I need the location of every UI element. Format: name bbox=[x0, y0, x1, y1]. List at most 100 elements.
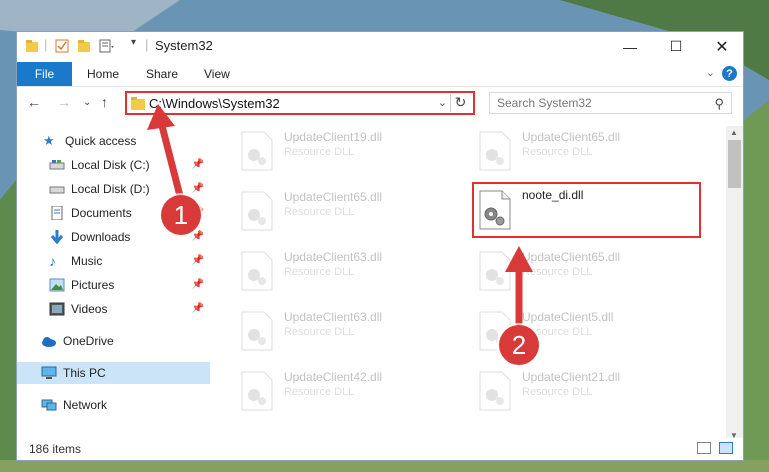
computer-icon bbox=[41, 366, 57, 379]
expand-ribbon-icon[interactable]: ⌄ bbox=[706, 66, 715, 79]
dll-file-icon bbox=[241, 131, 273, 171]
tab-view[interactable]: View bbox=[204, 67, 230, 81]
file-item[interactable]: UpdateClient42.dll Resource DLL bbox=[234, 366, 464, 418]
refresh-icon[interactable]: ↻ bbox=[450, 94, 470, 112]
cloud-icon bbox=[42, 337, 56, 347]
callout-step-2: 2 bbox=[499, 325, 539, 365]
separator: | bbox=[145, 37, 149, 52]
title-bar: | ▾ | System32 — ☐ ✕ bbox=[17, 32, 743, 61]
search-icon[interactable]: ⚲ bbox=[714, 96, 724, 112]
pin-icon[interactable]: 📌 bbox=[192, 159, 204, 170]
sidebar-item-label: Quick access bbox=[65, 134, 137, 148]
file-list: UpdateClient19.dll Resource DLL UpdateCl… bbox=[214, 126, 728, 442]
scroll-up-icon[interactable]: ▲ bbox=[730, 128, 738, 137]
sidebar-item-label: Videos bbox=[71, 302, 108, 316]
dll-file-icon bbox=[479, 371, 511, 411]
pin-icon[interactable]: 📌 bbox=[192, 303, 204, 314]
sidebar-item-music[interactable]: ♪ Music 📌 bbox=[17, 250, 210, 272]
file-type: Resource DLL bbox=[284, 386, 355, 398]
sidebar-item-label: This PC bbox=[63, 366, 106, 380]
callout-step-1: 1 bbox=[161, 195, 201, 235]
ribbon-tabs: File Home Share View ⌄ ? bbox=[17, 61, 743, 87]
dll-file-icon bbox=[479, 190, 511, 230]
pin-icon[interactable]: 📌 bbox=[192, 183, 204, 194]
status-bar: 186 items bbox=[17, 438, 743, 460]
file-type: Resource DLL bbox=[284, 206, 355, 218]
file-item-noote-di[interactable]: noote_di.dll bbox=[472, 182, 701, 238]
sidebar-item-label: Pictures bbox=[71, 278, 115, 292]
pin-icon[interactable]: 📌 bbox=[192, 255, 204, 266]
file-name: noote_di.dll bbox=[522, 188, 584, 202]
folder-icon bbox=[131, 97, 145, 110]
network-icon bbox=[41, 399, 57, 411]
file-name: UpdateClient65.dll bbox=[522, 250, 621, 264]
sidebar-item-label: Documents bbox=[71, 206, 132, 220]
dll-file-icon bbox=[241, 191, 273, 231]
properties-icon[interactable] bbox=[55, 39, 69, 53]
minimize-button[interactable]: — bbox=[607, 32, 653, 61]
new-folder-icon[interactable] bbox=[77, 39, 91, 53]
file-item[interactable]: UpdateClient65.dll Resource DLL bbox=[472, 126, 702, 178]
close-button[interactable]: ✕ bbox=[699, 32, 743, 61]
pin-icon[interactable]: 📌 bbox=[192, 231, 204, 242]
sidebar-item-quick-access[interactable]: ★ Quick access bbox=[17, 130, 210, 152]
file-name: UpdateClient42.dll bbox=[284, 370, 383, 384]
tab-file[interactable]: File bbox=[17, 62, 72, 86]
maximize-button[interactable]: ☐ bbox=[653, 32, 699, 61]
sidebar-item-label: Network bbox=[63, 398, 108, 412]
file-item[interactable]: UpdateClient21.dll Resource DLL bbox=[472, 366, 702, 418]
search-placeholder: Search System32 bbox=[497, 96, 592, 110]
pictures-icon bbox=[49, 278, 65, 292]
window-title: System32 bbox=[155, 38, 213, 53]
sidebar-item-local-disk-c[interactable]: Local Disk (C:) 📌 bbox=[17, 154, 210, 176]
sidebar-item-label: OneDrive bbox=[63, 334, 114, 348]
address-bar[interactable]: C:\Windows\System32 ⌄ ↻ bbox=[125, 91, 475, 115]
address-toolbar: ← → ⌄ ↑ C:\Windows\System32 ⌄ ↻ Search S… bbox=[17, 88, 743, 118]
search-input[interactable]: Search System32 ⚲ bbox=[489, 92, 732, 114]
file-type: Resource DLL bbox=[522, 266, 593, 278]
documents-icon bbox=[51, 206, 63, 220]
forward-arrow-icon[interactable]: → bbox=[57, 94, 71, 110]
pin-icon[interactable]: 📌 bbox=[192, 279, 204, 290]
sidebar-item-label: Downloads bbox=[71, 230, 131, 244]
tab-home[interactable]: Home bbox=[87, 67, 119, 81]
scrollbar-thumb[interactable] bbox=[728, 140, 741, 188]
up-arrow-icon[interactable]: ↑ bbox=[101, 94, 108, 110]
file-name: UpdateClient63.dll bbox=[284, 250, 383, 264]
large-icons-view-icon[interactable] bbox=[719, 442, 733, 454]
sidebar-item-pictures[interactable]: Pictures 📌 bbox=[17, 274, 210, 296]
chevron-down-icon[interactable]: ⌄ bbox=[438, 96, 447, 109]
separator: | bbox=[44, 37, 48, 52]
file-item[interactable]: UpdateClient63.dll Resource DLL bbox=[234, 246, 464, 298]
quick-access-dropdown-icon[interactable]: ▾ bbox=[131, 37, 136, 48]
tab-share[interactable]: Share bbox=[146, 67, 178, 81]
file-item[interactable]: UpdateClient65.dll Resource DLL bbox=[234, 186, 464, 238]
address-path[interactable]: C:\Windows\System32 bbox=[149, 96, 280, 111]
navigation-pane: ★ Quick access Local Disk (C:) 📌 Local D… bbox=[17, 126, 210, 442]
sidebar-item-this-pc[interactable]: This PC bbox=[17, 362, 210, 384]
recent-locations-icon[interactable]: ⌄ bbox=[83, 97, 91, 108]
details-view-icon[interactable] bbox=[697, 442, 711, 454]
star-icon: ★ bbox=[43, 133, 55, 148]
file-name: UpdateClient19.dll bbox=[284, 130, 383, 144]
dll-file-icon bbox=[479, 251, 511, 291]
file-name: UpdateClient21.dll bbox=[522, 370, 621, 384]
dll-file-icon bbox=[241, 371, 273, 411]
back-arrow-icon[interactable]: ← bbox=[27, 94, 41, 110]
sidebar-item-label: Local Disk (C:) bbox=[71, 158, 150, 172]
file-explorer-window: | ▾ | System32 — ☐ ✕ File Home Share Vie… bbox=[16, 31, 744, 461]
vertical-scrollbar[interactable]: ▲ ▼ bbox=[726, 126, 743, 442]
sidebar-item-network[interactable]: Network bbox=[17, 394, 210, 416]
customize-toolbar-icon[interactable] bbox=[99, 39, 115, 53]
drive-icon bbox=[49, 160, 65, 170]
help-icon[interactable]: ? bbox=[722, 66, 737, 81]
item-count: 186 items bbox=[29, 442, 82, 456]
file-item[interactable]: UpdateClient63.dll Resource DLL bbox=[234, 306, 464, 358]
sidebar-item-onedrive[interactable]: OneDrive bbox=[17, 330, 210, 352]
file-item[interactable]: UpdateClient19.dll Resource DLL bbox=[234, 126, 464, 178]
sidebar-item-label: Local Disk (D:) bbox=[71, 182, 150, 196]
folder-icon bbox=[26, 40, 38, 52]
sidebar-item-videos[interactable]: Videos 📌 bbox=[17, 298, 210, 320]
file-item[interactable]: UpdateClient65.dll Resource DLL bbox=[472, 246, 702, 298]
file-type: Resource DLL bbox=[284, 326, 355, 338]
